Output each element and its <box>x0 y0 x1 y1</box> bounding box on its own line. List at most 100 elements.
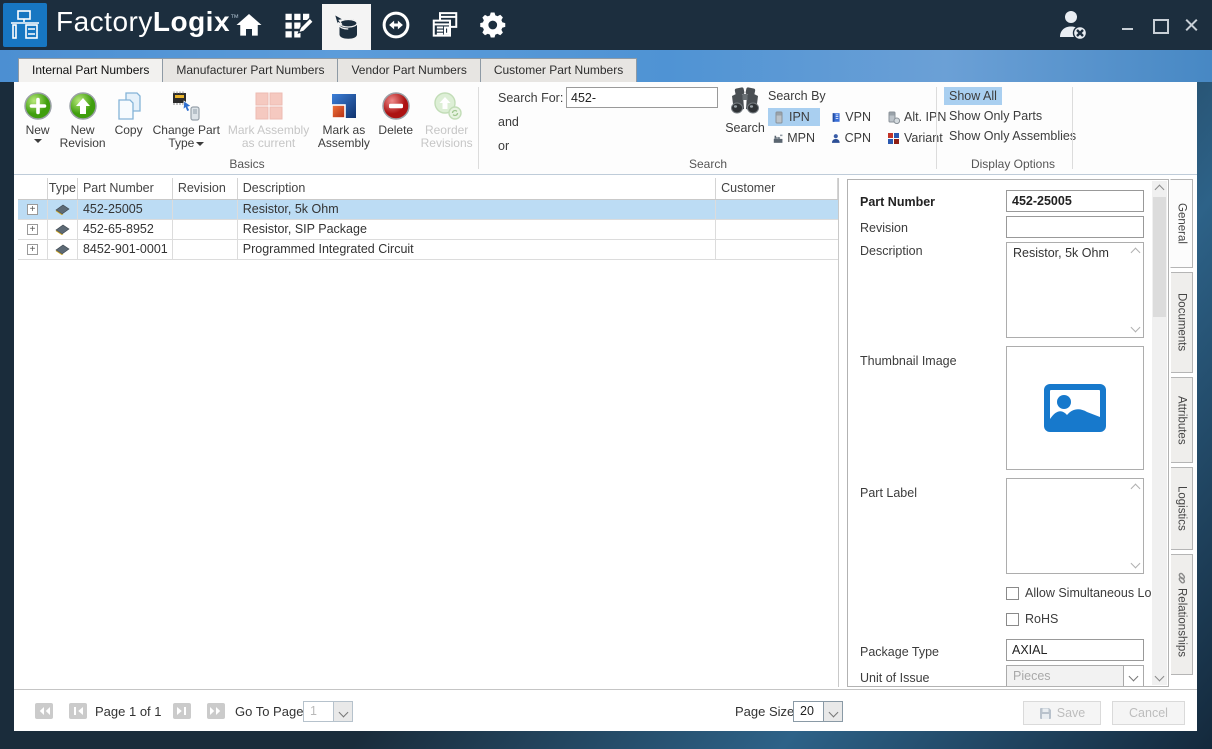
app-title: FactoryLogix™ <box>56 6 240 38</box>
scrollbar-thumb[interactable] <box>1153 197 1166 317</box>
table-row[interactable]: + 8452-901-0001 Programmed Integrated Ci… <box>18 240 838 260</box>
tab-manufacturer-part-numbers[interactable]: Manufacturer Part Numbers <box>163 58 338 82</box>
column-header-revision[interactable]: Revision <box>173 178 238 199</box>
scroll-up-icon[interactable] <box>1131 484 1141 494</box>
allow-simultaneous-checkbox[interactable] <box>1006 587 1019 600</box>
copy-button[interactable]: Copy <box>108 85 149 150</box>
side-tab-documents[interactable]: Documents <box>1171 272 1193 373</box>
detail-scrollbar[interactable] <box>1152 181 1167 685</box>
side-tab-relationships[interactable]: Relationships <box>1171 554 1193 675</box>
change-part-type-caret[interactable] <box>196 142 204 146</box>
change-part-type-button[interactable]: Change Part Type <box>149 85 223 150</box>
part-label-label: Part Label <box>860 486 917 500</box>
minimize-button[interactable] <box>1116 14 1140 36</box>
table-row[interactable]: + 452-25005 Resistor, 5k Ohm <box>18 200 838 220</box>
basics-group-label: Basics <box>18 157 476 171</box>
tab-vendor-part-numbers[interactable]: Vendor Part Numbers <box>338 58 480 82</box>
next-page-button[interactable] <box>173 703 191 719</box>
expand-row-button[interactable]: + <box>27 204 38 215</box>
page-size-select[interactable]: 20 <box>793 701 843 722</box>
new-revision-button[interactable]: New Revision <box>57 85 108 150</box>
search-for-label: Search For: <box>498 91 563 105</box>
scrollbar-down-icon[interactable] <box>1155 672 1165 682</box>
search-group-label: Search <box>482 157 934 171</box>
cancel-button[interactable]: Cancel <box>1112 701 1185 725</box>
new-dropdown-caret[interactable] <box>34 139 42 143</box>
nav-home[interactable] <box>224 0 273 50</box>
last-page-button[interactable] <box>207 703 225 719</box>
chevron-down-icon[interactable] <box>1123 666 1143 686</box>
save-button[interactable]: Save <box>1023 701 1101 725</box>
main-panel: New New Revision Copy <box>14 82 1197 731</box>
cell-part-number: 452-65-8952 <box>78 220 173 239</box>
column-header-type[interactable]: Type <box>48 178 78 199</box>
delete-button[interactable]: Delete <box>374 85 417 150</box>
vendor-box-icon <box>831 111 841 124</box>
part-number-label: Part Number <box>860 195 935 209</box>
tab-internal-part-numbers[interactable]: Internal Part Numbers <box>18 58 163 82</box>
thumbnail-image-box[interactable] <box>1006 346 1144 470</box>
search-by-vpn[interactable]: VPN <box>826 108 876 126</box>
nav-transfer[interactable] <box>371 0 420 50</box>
expand-row-button[interactable]: + <box>27 244 38 255</box>
table-row[interactable]: + 452-65-8952 Resistor, SIP Package <box>18 220 838 240</box>
search-button-label: Search <box>722 121 768 135</box>
package-type-input[interactable] <box>1006 639 1144 661</box>
search-by-cpn[interactable]: CPN <box>826 129 876 147</box>
binoculars-icon <box>728 86 762 116</box>
mark-as-assembly-button[interactable]: Mark as Assembly <box>314 85 375 150</box>
revision-label: Revision <box>860 221 908 235</box>
unit-of-issue-select[interactable]: Pieces <box>1006 665 1144 687</box>
maximize-button[interactable] <box>1148 14 1172 36</box>
revision-input[interactable] <box>1006 216 1144 238</box>
show-only-assemblies-option[interactable]: Show Only Assemblies <box>944 127 1081 145</box>
nav-materials[interactable] <box>322 4 371 50</box>
chevron-down-icon[interactable] <box>333 702 352 721</box>
cell-customer <box>716 220 838 239</box>
scrollbar-up-icon[interactable] <box>1155 185 1165 195</box>
description-textarea[interactable]: Resistor, 5k Ohm <box>1006 242 1144 338</box>
main-navigation <box>224 0 518 50</box>
component-alt-icon <box>887 111 900 124</box>
nav-reports[interactable] <box>420 0 469 50</box>
scroll-down-icon[interactable] <box>1131 323 1141 333</box>
scroll-down-icon[interactable] <box>1131 559 1141 569</box>
column-header-part-number[interactable]: Part Number <box>78 178 173 199</box>
nav-settings[interactable] <box>469 0 518 50</box>
column-header-description[interactable]: Description <box>238 178 716 199</box>
titlebar: FactoryLogix™ <box>0 0 1212 50</box>
chevron-down-icon[interactable] <box>823 702 842 721</box>
search-by-ipn[interactable]: IPN <box>768 108 820 126</box>
thumbnail-image-label: Thumbnail Image <box>860 354 957 368</box>
nav-production[interactable] <box>273 0 322 50</box>
expand-row-button[interactable]: + <box>27 224 38 235</box>
or-label: or <box>498 139 509 153</box>
show-all-option[interactable]: Show All <box>944 87 1002 105</box>
side-tab-general[interactable]: General <box>1170 179 1193 268</box>
search-for-input[interactable] <box>566 87 718 108</box>
previous-page-button[interactable] <box>69 703 87 719</box>
new-button[interactable]: New <box>18 85 57 150</box>
search-by-mpn[interactable]: MPN <box>768 129 820 147</box>
user-logout-icon[interactable] <box>1054 8 1090 42</box>
first-page-button[interactable] <box>35 703 53 719</box>
tab-customer-part-numbers[interactable]: Customer Part Numbers <box>481 58 637 82</box>
search-by-variant[interactable]: Variant <box>882 129 948 147</box>
search-by-label: Search By <box>768 89 826 103</box>
show-only-parts-option[interactable]: Show Only Parts <box>944 107 1047 125</box>
part-label-textarea[interactable] <box>1006 478 1144 574</box>
side-tab-attributes[interactable]: Attributes <box>1171 377 1193 463</box>
search-button[interactable]: Search <box>722 86 768 135</box>
ribbon-group-search: Search For: and or Search <box>482 82 934 174</box>
save-floppy-icon <box>1039 707 1052 720</box>
scroll-up-icon[interactable] <box>1131 248 1141 258</box>
rohs-checkbox[interactable] <box>1006 613 1019 626</box>
chip-pointer-icon <box>170 87 202 124</box>
side-tab-logistics[interactable]: Logistics <box>1171 467 1193 550</box>
cell-revision <box>173 240 238 259</box>
grid-pencil-icon <box>283 10 313 40</box>
part-number-input[interactable] <box>1006 190 1144 212</box>
close-button[interactable] <box>1180 14 1204 36</box>
go-to-page-select[interactable]: 1 <box>303 701 353 722</box>
column-header-customer[interactable]: Customer <box>716 178 838 199</box>
